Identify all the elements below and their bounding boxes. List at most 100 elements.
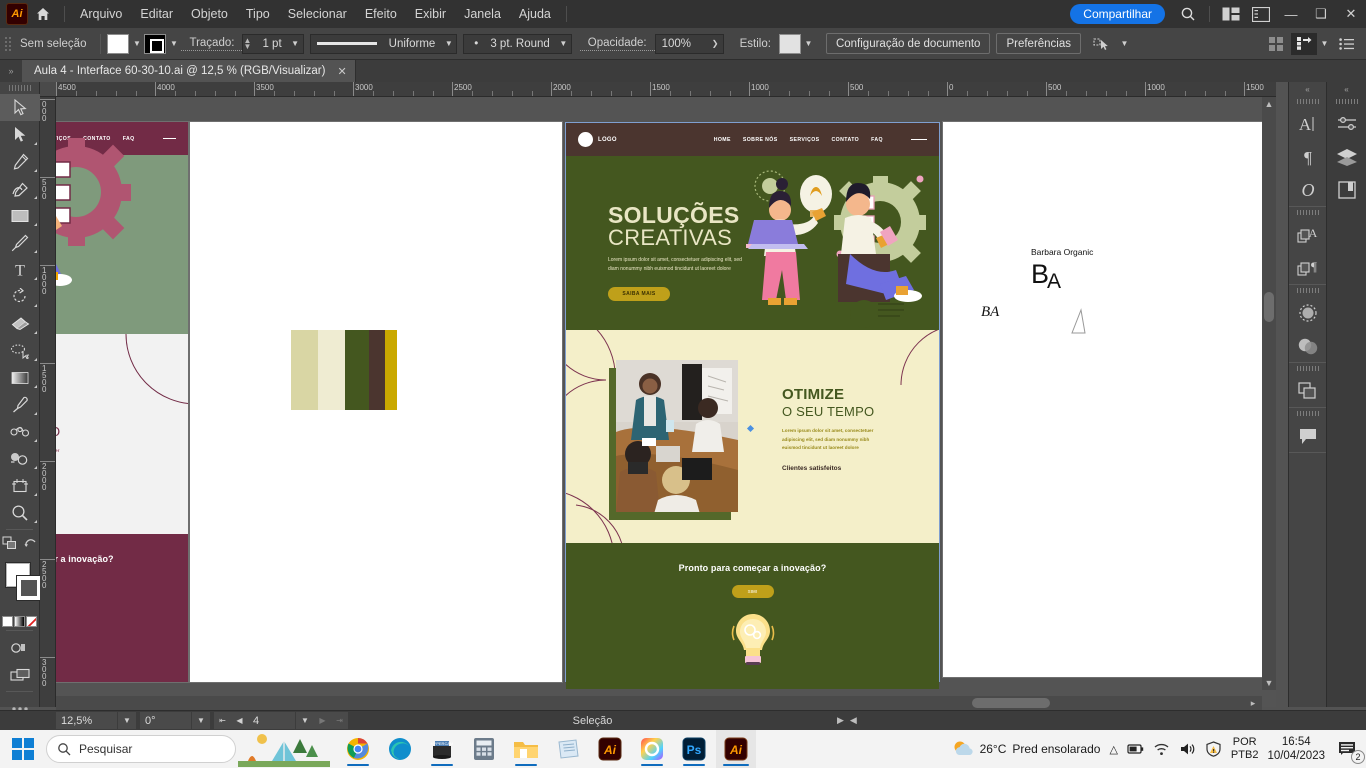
select-similar-icon[interactable] — [1087, 30, 1117, 58]
nav-link-home[interactable]: HOME — [714, 137, 731, 143]
libraries-panel-icon[interactable] — [1327, 173, 1366, 206]
glyphs-panel-icon[interactable]: O — [1289, 173, 1326, 206]
taskbar-app-file-explorer[interactable] — [506, 730, 546, 768]
stroke-weight-field[interactable]: ▲ ▼ 1 pt ▼ — [242, 33, 304, 54]
menu-arquivo[interactable]: Arquivo — [71, 3, 131, 25]
swatch-olive[interactable] — [345, 330, 369, 410]
team-meeting-photo[interactable] — [616, 360, 738, 512]
menu-janela[interactable]: Janela — [455, 3, 510, 25]
arrange-documents-icon[interactable] — [1291, 32, 1317, 55]
blend-tool[interactable] — [0, 418, 40, 445]
panel-grip-3[interactable] — [1289, 285, 1326, 296]
security-shield-icon[interactable] — [1205, 741, 1222, 757]
lasso-tool[interactable] — [0, 337, 40, 364]
document-tab-close-icon[interactable]: ✕ — [337, 65, 346, 78]
drawing-mode-icon[interactable] — [0, 634, 40, 661]
comments-panel-icon[interactable] — [1289, 419, 1326, 452]
taskbar-app-calculator[interactable] — [464, 730, 504, 768]
pen-tool[interactable] — [0, 148, 40, 175]
weather-widget[interactable]: 26°C Pred ensolarado — [952, 739, 1100, 759]
taskbar-search-box[interactable]: Pesquisar — [46, 735, 236, 763]
rotate-tool[interactable] — [0, 283, 40, 310]
volume-icon[interactable] — [1179, 742, 1196, 756]
nav-link-sobre[interactable]: SOBRE NÓS — [743, 137, 778, 143]
window-minimize-button[interactable]: — — [1276, 0, 1306, 28]
dock-grip[interactable] — [1327, 96, 1366, 107]
taskbar-app-edge[interactable] — [380, 730, 420, 768]
swap-arrow-icon[interactable] — [24, 537, 37, 553]
share-button[interactable]: Compartilhar — [1070, 4, 1165, 24]
section3-cta-button[interactable]: SIM! — [731, 585, 774, 598]
panel-toggle-icon[interactable] — [1246, 0, 1276, 28]
artboard-left[interactable]: SOBRE NÓS SERVIÇOS CONTATO FAQ — [56, 122, 188, 682]
style-chevron-down-icon[interactable]: ▼ — [801, 34, 816, 54]
canvas-artboard-area[interactable]: SOBRE NÓS SERVIÇOS CONTATO FAQ — [56, 97, 1276, 707]
align-grid-icon[interactable] — [1261, 30, 1291, 58]
window-close-button[interactable]: ✕ — [1336, 0, 1366, 28]
collapse-panels-icon[interactable]: « — [1289, 82, 1326, 96]
gradient-tool[interactable] — [0, 364, 40, 391]
stroke-chevron-down-icon[interactable]: ▼ — [166, 34, 181, 54]
panel-grip-5[interactable] — [1289, 408, 1326, 419]
horizontal-scroll-thumb[interactable] — [972, 698, 1050, 708]
nav-link-contato[interactable]: CONTATO — [832, 137, 860, 143]
language-indicator[interactable]: POR PTB2 — [1231, 736, 1259, 762]
swap-fill-stroke-icon[interactable] — [2, 536, 19, 555]
start-button[interactable] — [0, 730, 46, 768]
taskbar-app-illustrator[interactable]: Ai — [590, 730, 630, 768]
first-artboard-button[interactable]: ⇤ — [214, 712, 231, 729]
vertical-ruler[interactable]: 000 500 1000 1500 2000 2500 3000 — [40, 97, 56, 707]
canvas-horizontal-scrollbar[interactable]: ▸ — [56, 696, 1262, 710]
previous-artboard-button[interactable]: ◀ — [231, 712, 248, 729]
taskbar-app-creative-cloud[interactable] — [632, 730, 672, 768]
opacity-label[interactable]: Opacidade: — [579, 37, 655, 51]
panel-grip[interactable] — [1289, 96, 1326, 107]
stroke-weight-label[interactable]: Traçado: — [181, 37, 243, 51]
menu-tipo[interactable]: Tipo — [237, 3, 279, 25]
stroke-weight-chevron-down-icon[interactable]: ▼ — [288, 34, 303, 54]
swatch-khaki[interactable] — [291, 330, 318, 410]
taskbar-widget-camping[interactable] — [236, 730, 332, 768]
status-collapse-icon[interactable]: ◀ — [850, 715, 857, 726]
zoom-level-field[interactable]: 12,5% — [56, 712, 118, 729]
collapse-dock-icon[interactable]: « — [1327, 82, 1366, 96]
wifi-icon[interactable] — [1153, 742, 1170, 756]
horizontal-ruler[interactable]: 4500 4000 3500 3000 2500 2000 1500 1000 … — [40, 82, 1276, 97]
paragraph-panel-icon[interactable]: ¶ — [1289, 140, 1326, 173]
paragraph-styles-panel-icon[interactable]: ¶ — [1289, 251, 1326, 284]
gradient-button[interactable] — [14, 616, 25, 627]
swatch-brown[interactable] — [369, 330, 385, 410]
canvas-vertical-scrollbar[interactable]: ▲ ▼ — [1262, 97, 1276, 690]
profile-chevron-down-icon[interactable]: ▼ — [441, 34, 456, 54]
scroll-up-icon[interactable]: ▲ — [1262, 97, 1276, 111]
brush-definition-select[interactable]: • 3 pt. Round ▼ — [463, 33, 572, 54]
zoom-tool[interactable] — [0, 499, 40, 526]
stroke-profile-select[interactable]: Uniforme ▼ — [309, 33, 458, 54]
document-setup-button[interactable]: Configuração de documento — [825, 33, 991, 54]
color-button[interactable] — [2, 616, 13, 627]
menu-objeto[interactable]: Objeto — [182, 3, 237, 25]
shape-builder-tool[interactable] — [0, 445, 40, 472]
screen-mode-icon[interactable] — [0, 661, 40, 688]
rectangle-tool[interactable] — [0, 202, 40, 229]
taskbar-app-chrome[interactable] — [338, 730, 378, 768]
control-bar-grip[interactable] — [4, 33, 12, 55]
workspace-switcher-icon[interactable] — [1216, 0, 1246, 28]
fill-stroke-indicator[interactable] — [0, 561, 42, 613]
menu-exibir[interactable]: Exibir — [406, 3, 455, 25]
artboard-logo-sheet[interactable]: Barbara Organic B A BA — [943, 122, 1268, 677]
opacity-expand-icon[interactable]: ❯ — [708, 34, 723, 54]
status-expand-icon[interactable]: ▶ — [837, 715, 844, 726]
taskbar-app-dark[interactable]: HYPERCAM — [422, 730, 462, 768]
taskbar-app-illustrator-active[interactable]: Ai — [716, 730, 756, 768]
transparency-panel-icon[interactable] — [1289, 329, 1326, 362]
swatch-cream[interactable] — [318, 330, 345, 410]
artboard-tool[interactable] — [0, 472, 40, 499]
menu-ajuda[interactable]: Ajuda — [510, 3, 560, 25]
taskbar-app-notepad[interactable] — [548, 730, 588, 768]
artboard-chevron-down-icon[interactable]: ▼ — [296, 712, 314, 729]
eyedropper-tool[interactable] — [0, 391, 40, 418]
taskbar-app-photoshop[interactable]: Ps — [674, 730, 714, 768]
direct-selection-tool[interactable] — [0, 121, 40, 148]
hamburger-icon[interactable] — [911, 138, 927, 141]
